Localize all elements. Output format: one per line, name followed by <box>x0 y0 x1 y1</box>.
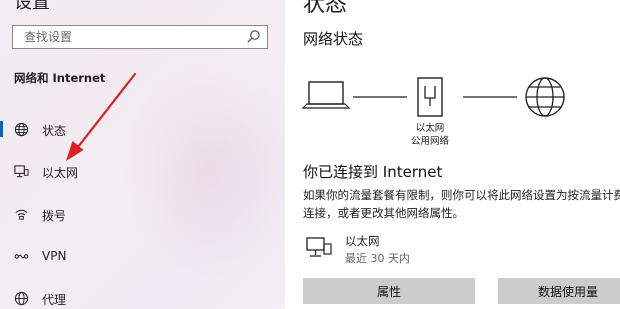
sidebar-item-label: 拨号 <box>42 209 67 223</box>
sidebar-item-label: VPN <box>42 249 67 263</box>
page-title: 网络状态 <box>303 30 364 48</box>
sidebar-item-label: 代理 <box>42 293 67 307</box>
sidebar-item-label: 以太网 <box>42 166 79 180</box>
ethernet-icon <box>14 165 29 178</box>
connection-status-title: 你已连接到 Internet <box>303 163 443 181</box>
main-content: 状态 网络状态 以太网 公用网络 你已连接到 Internet 如果你的流量套餐… <box>285 0 620 309</box>
search-input[interactable] <box>13 26 244 47</box>
ethernet-port-icon <box>417 77 443 117</box>
globe-icon <box>14 122 29 137</box>
sidebar-item-dialup[interactable]: 拨号 <box>0 196 285 232</box>
connection-description: 如果你的流量套餐有限制，则你可以将此网络设置为按流量计费的连接，或者更改其他网络… <box>303 188 620 220</box>
data-usage-button[interactable]: 数据使用量 <box>498 278 620 304</box>
pc-icon <box>301 81 351 109</box>
sidebar-item-vpn[interactable]: VPN <box>0 238 285 274</box>
diagram-label-ethernet: 以太网 <box>415 123 445 134</box>
network-diagram: 以太网 公用网络 <box>285 60 620 150</box>
proxy-globe-icon <box>14 291 29 306</box>
section-title: 网络和 Internet <box>14 71 106 85</box>
sidebar-item-label: 状态 <box>42 124 67 138</box>
sidebar-item-proxy[interactable]: 代理 <box>0 280 285 309</box>
diagram-label-public-network: 公用网络 <box>410 136 449 147</box>
page-header-partial: 状态 <box>303 0 348 17</box>
sidebar-item-ethernet[interactable]: 以太网 <box>0 153 285 189</box>
adapter-name: 以太网 <box>345 234 380 248</box>
ethernet-adapter-icon <box>306 237 332 257</box>
dialup-icon <box>15 209 28 220</box>
sidebar: 设置 网络和 Internet 状态 以太网 <box>0 0 285 309</box>
settings-title-partial: 设置 <box>14 0 50 13</box>
sidebar-item-status[interactable]: 状态 <box>0 111 285 147</box>
vpn-icon <box>14 254 29 259</box>
search-box[interactable] <box>12 25 268 49</box>
properties-button[interactable]: 属性 <box>303 278 475 304</box>
search-icon[interactable] <box>246 29 261 44</box>
internet-globe-icon <box>525 77 565 117</box>
adapter-usage: 最近 30 天内 <box>345 252 410 265</box>
